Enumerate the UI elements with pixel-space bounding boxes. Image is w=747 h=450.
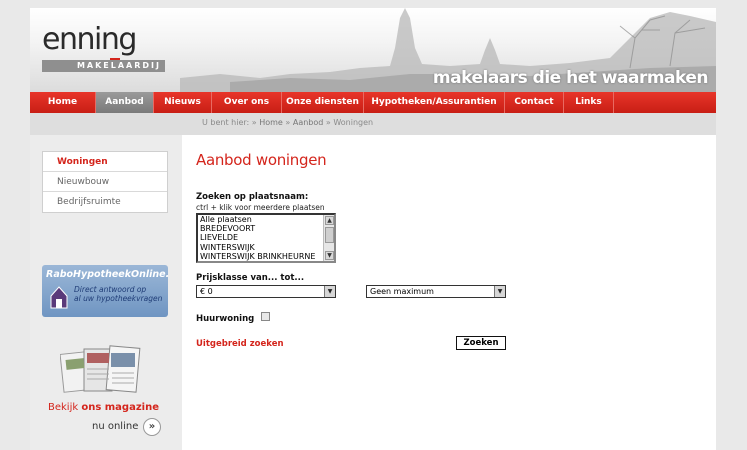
nav-home[interactable]: Home: [30, 92, 96, 113]
chevron-down-icon: ▼: [494, 286, 505, 297]
sidebar-item-woningen[interactable]: Woningen: [43, 152, 167, 172]
sidebar-item-nieuwbouw[interactable]: Nieuwbouw: [43, 172, 167, 192]
place-option[interactable]: WINTERSWIJK BRINKHEURNE: [198, 252, 334, 261]
rent-checkbox[interactable]: [261, 312, 270, 321]
price-range-label: Prijsklasse van... tot...: [196, 273, 305, 283]
main-nav: Home Aanbod Nieuws Over ons Onze dienste…: [30, 92, 716, 113]
rabo-banner-text: Direct antwoord op al uw hypotheekvragen: [74, 285, 166, 303]
place-option[interactable]: Alle plaatsen: [198, 215, 334, 224]
price-from-value: € 0: [200, 287, 213, 296]
tagline: makelaars die het waarmaken: [432, 68, 709, 88]
magazine-online-text: nu online: [92, 421, 139, 432]
sidebar-item-bedrijfsruimte[interactable]: Bedrijfsruimte: [43, 192, 167, 212]
place-option[interactable]: WINTERSWIJK: [198, 243, 334, 252]
place-listbox[interactable]: Alle plaatsen BREDEVOORT LIEVELDE WINTER…: [196, 213, 336, 263]
listbox-scrollbar[interactable]: ▲ ▼: [323, 215, 334, 261]
place-search-label: Zoeken op plaatsnaam:: [196, 192, 309, 202]
breadcrumb-separator: »: [325, 118, 331, 127]
page: enning MAKELAARDIJ makelaars die het waa…: [30, 8, 716, 450]
rabo-hypotheek-banner[interactable]: RaboHypotheekOnline.nl Direct antwoord o…: [42, 265, 168, 317]
breadcrumb: U bent hier: » Home » Aanbod » Woningen: [202, 118, 373, 127]
magazine-arrow-icon[interactable]: »: [143, 418, 161, 436]
breadcrumb-aanbod[interactable]: Aanbod: [293, 118, 324, 127]
breadcrumb-prefix: U bent hier:: [202, 118, 250, 127]
price-to-select[interactable]: Geen maximum ▼: [366, 285, 506, 298]
rent-label: Huurwoning: [196, 314, 255, 324]
rabo-banner-line2: al uw hypotheekvragen: [74, 294, 163, 303]
magazine-caption-prefix: Bekijk: [48, 402, 82, 413]
nav-hypotheken[interactable]: Hypotheken/Assurantien: [364, 92, 505, 113]
breadcrumb-separator: »: [251, 118, 257, 127]
main-content: Aanbod woningen Zoeken op plaatsnaam: ct…: [182, 135, 716, 450]
magazine-caption: Bekijk ons magazine: [48, 402, 159, 413]
rabo-banner-line1: Direct antwoord op: [74, 285, 147, 294]
breadcrumb-current: Woningen: [333, 118, 374, 127]
nav-links[interactable]: Links: [564, 92, 614, 113]
breadcrumb-separator: »: [285, 118, 291, 127]
place-option[interactable]: BREDEVOORT: [198, 224, 334, 233]
place-option[interactable]: LIEVELDE: [198, 233, 334, 242]
nav-aanbod[interactable]: Aanbod: [96, 92, 154, 113]
advanced-search-link[interactable]: Uitgebreid zoeken: [196, 339, 284, 349]
search-button[interactable]: Zoeken: [456, 336, 506, 350]
scroll-down-icon[interactable]: ▼: [325, 251, 334, 260]
breadcrumb-bar: U bent hier: » Home » Aanbod » Woningen: [30, 113, 716, 135]
logo-wordmark: enning: [42, 22, 137, 57]
breadcrumb-home[interactable]: Home: [259, 118, 283, 127]
page-title: Aanbod woningen: [196, 151, 327, 169]
chevron-down-icon: ▼: [324, 286, 335, 297]
magazine-image[interactable]: [60, 345, 150, 397]
scroll-thumb[interactable]: [325, 227, 334, 243]
scroll-up-icon[interactable]: ▲: [325, 216, 334, 225]
nav-onze-diensten[interactable]: Onze diensten: [282, 92, 364, 113]
logo-subtitle: MAKELAARDIJ: [42, 60, 165, 72]
magazine-caption-bold: ons magazine: [81, 402, 159, 413]
header: enning MAKELAARDIJ makelaars die het waa…: [30, 8, 716, 92]
sidebar: Woningen Nieuwbouw Bedrijfsruimte RaboHy…: [30, 135, 182, 450]
enning-logo[interactable]: enning MAKELAARDIJ: [42, 22, 166, 72]
nav-contact[interactable]: Contact: [505, 92, 564, 113]
multi-select-hint: ctrl + klik voor meerdere plaatsen: [196, 203, 325, 212]
price-from-select[interactable]: € 0 ▼: [196, 285, 336, 298]
price-to-value: Geen maximum: [370, 287, 434, 296]
nav-over-ons[interactable]: Over ons: [212, 92, 282, 113]
rabo-banner-title: RaboHypotheekOnline.nl: [46, 269, 168, 280]
sidebar-subnav: Woningen Nieuwbouw Bedrijfsruimte: [42, 151, 168, 213]
nav-nieuws[interactable]: Nieuws: [154, 92, 212, 113]
house-icon: [50, 286, 68, 309]
